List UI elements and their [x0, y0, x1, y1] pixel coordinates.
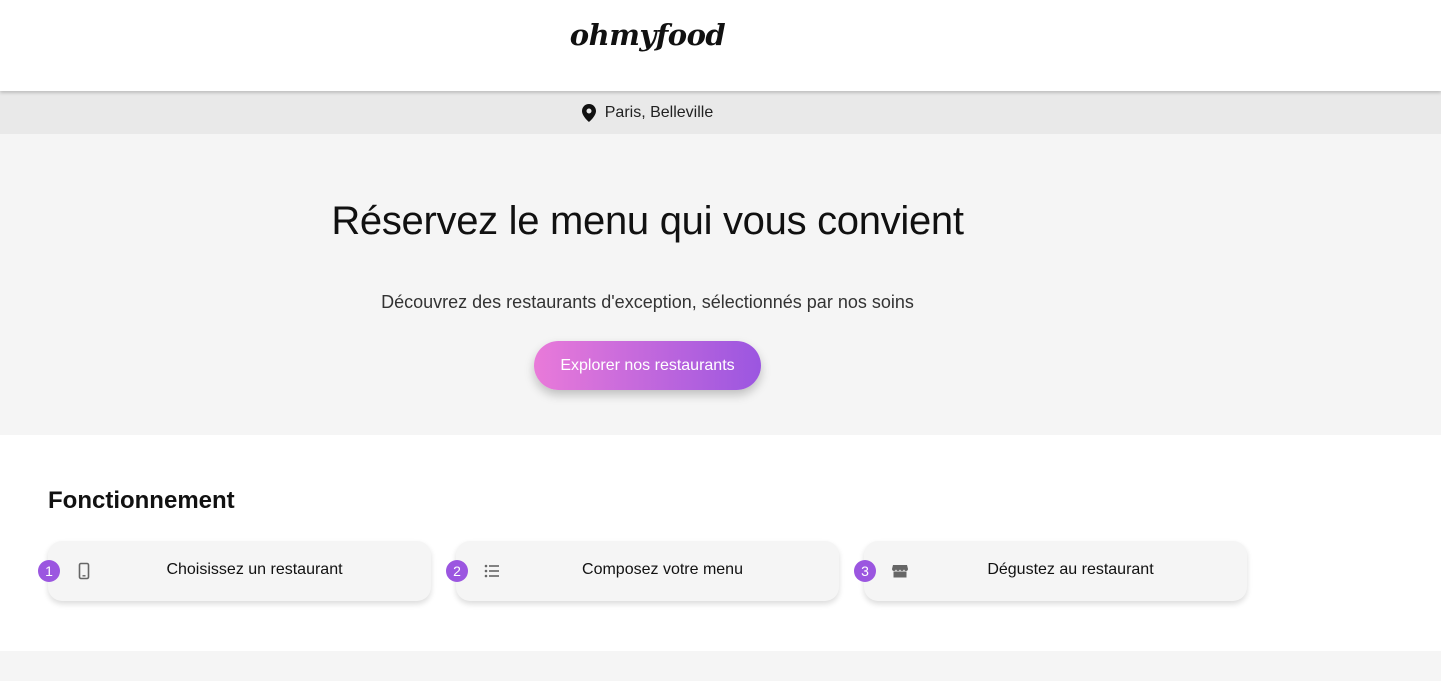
how-it-works-section: Fonctionnement 1 Choisissez un restauran…	[0, 435, 1441, 651]
hero-section: Réservez le menu qui vous convient Décou…	[0, 134, 1441, 435]
top-header: ohmyfood	[0, 0, 1441, 91]
next-section-band	[0, 651, 1441, 681]
store-icon	[892, 565, 908, 578]
hero-subtitle: Découvrez des restaurants d'exception, s…	[381, 292, 914, 312]
page: ohmyfood Paris, Belleville Réservez le m…	[0, 0, 1441, 681]
explore-restaurants-button[interactable]: Explorer nos restaurants	[534, 341, 761, 390]
list-icon	[484, 564, 499, 578]
step-card-compose-menu: 2 Composez votre menu	[446, 541, 839, 601]
hero-title: Réservez le menu qui vous convient	[331, 199, 964, 243]
location-group[interactable]: Paris, Belleville	[0, 91, 1295, 134]
smartphone-icon	[78, 562, 90, 580]
step-number-badge: 2	[446, 560, 468, 582]
step-card-choose-restaurant: 1 Choisissez un restaurant	[38, 541, 431, 601]
section-title: Fonctionnement	[48, 487, 235, 514]
step-number-badge: 1	[38, 560, 60, 582]
logo[interactable]: ohmyfood	[0, 18, 1295, 52]
step-label: Choisissez un restaurant	[166, 561, 343, 578]
map-pin-icon	[581, 103, 596, 122]
step-label: Dégustez au restaurant	[987, 561, 1154, 578]
step-number-badge: 3	[854, 560, 876, 582]
step-card-taste-restaurant: 3 Dégustez au restaurant	[854, 541, 1247, 601]
location-bar: Paris, Belleville	[0, 91, 1441, 134]
step-label: Composez votre menu	[582, 561, 743, 578]
location-label: Paris, Belleville	[604, 103, 714, 121]
